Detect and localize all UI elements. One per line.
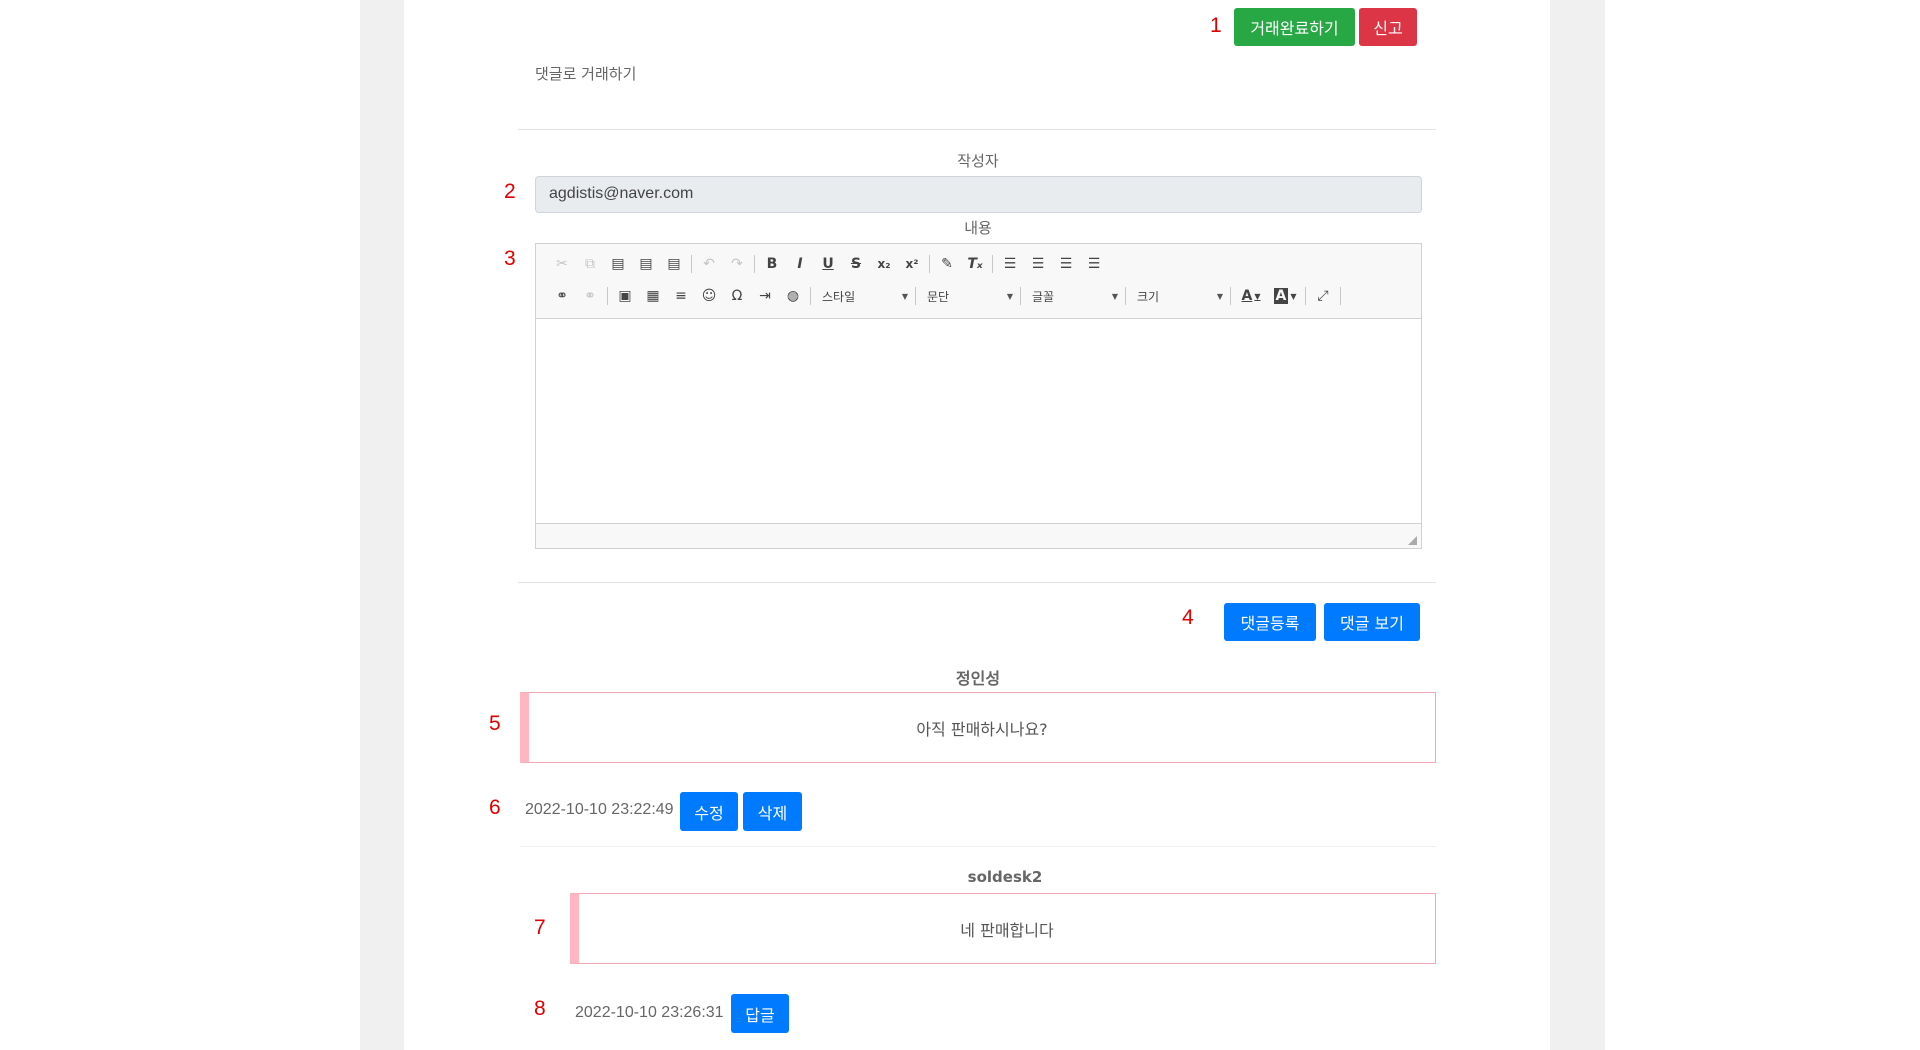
writer-label: 작성자 [957, 152, 999, 170]
link-icon[interactable]: ⚭ [548, 284, 576, 308]
chevron-down-icon: ▼ [1006, 291, 1013, 301]
comment-delete-button[interactable]: 삭제 [743, 792, 802, 831]
chevron-down-icon: ▼ [901, 291, 908, 301]
annotation-marker-2: 2 [504, 180, 516, 203]
align-justify-icon[interactable]: ☰ [1080, 252, 1108, 276]
toolbar-row-2: ⚭ ⚭ ▣ ▦ ≡ ☺ Ω ⇥ ◍ 스타일 ▼ 문단 ▼ 글꼴 ▼ 크기 ▼ A ▼ A ▼… [548, 284, 1344, 308]
toolbar-separator [810, 287, 811, 305]
reply-author: soldesk2 [967, 868, 1043, 886]
content-label: 내용 [964, 219, 992, 237]
font-dropdown-label: 글꼴 [1032, 289, 1055, 304]
comment-view-button[interactable]: 댓글 보기 [1324, 603, 1420, 641]
chevron-down-icon: ▼ [1216, 291, 1223, 301]
divider [518, 129, 1436, 130]
superscript-icon[interactable]: x² [898, 252, 926, 276]
bg-color-icon[interactable]: A ▼ [1268, 284, 1302, 308]
chevron-down-icon: ▼ [1111, 291, 1118, 301]
page-break-icon[interactable]: ⇥ [751, 284, 779, 308]
comment-author: 정인성 [955, 669, 1001, 688]
toolbar-separator [1305, 287, 1306, 305]
text-color-icon[interactable]: A ▼ [1234, 284, 1268, 308]
remove-format-icon[interactable]: Tₓ [961, 252, 989, 276]
annotation-marker-8: 8 [534, 997, 546, 1020]
toolbar-separator [691, 255, 692, 273]
toolbar-separator [1020, 287, 1021, 305]
style-dropdown-label: 스타일 [822, 289, 856, 304]
italic-icon[interactable]: I [786, 252, 814, 276]
text-color-glyph: A [1241, 288, 1253, 304]
comment-edit-button[interactable]: 수정 [680, 792, 738, 831]
align-left-icon[interactable]: ☰ [996, 252, 1024, 276]
undo-icon[interactable]: ↶ [695, 252, 723, 276]
font-dropdown[interactable]: 글꼴 ▼ [1024, 285, 1122, 307]
divider [518, 582, 1436, 583]
toolbar-separator [607, 287, 608, 305]
comment-timestamp: 2022-10-10 23:22:49 [525, 801, 674, 818]
chevron-down-icon: ▼ [1290, 291, 1297, 301]
image-icon[interactable]: ▣ [611, 284, 639, 308]
paste-icon[interactable]: ▤ [604, 252, 632, 276]
toolbar-row-1: ✂ ⧉ ▤ ▤ ▤ ↶ ↷ B I U S x₂ x² ✎ Tₓ ☰ ☰ ☰ ☰ [548, 252, 1108, 276]
editor-toolbar: ✂ ⧉ ▤ ▤ ▤ ↶ ↷ B I U S x₂ x² ✎ Tₓ ☰ ☰ ☰ ☰… [536, 244, 1421, 319]
comment-text: 아직 판매하시나요? [916, 719, 1048, 739]
right-gutter [1550, 0, 1605, 1050]
left-gutter [360, 0, 404, 1050]
bg-color-glyph: A [1273, 288, 1289, 304]
paragraph-dropdown[interactable]: 문단 ▼ [919, 285, 1017, 307]
toolbar-separator [1230, 287, 1231, 305]
reply-text: 네 판매합니다 [960, 920, 1054, 940]
reply-timestamp: 2022-10-10 23:26:31 [575, 1004, 724, 1021]
underline-icon[interactable]: U [814, 252, 842, 276]
table-icon[interactable]: ▦ [639, 284, 667, 308]
toolbar-separator [915, 287, 916, 305]
size-dropdown[interactable]: 크기 ▼ [1129, 285, 1227, 307]
comment-content-box: 아직 판매하시나요? [520, 692, 1436, 763]
toolbar-separator [992, 255, 993, 273]
annotation-marker-4: 4 [1182, 606, 1194, 629]
annotation-marker-7: 7 [534, 916, 546, 939]
cut-icon[interactable]: ✂ [548, 252, 576, 276]
maximize-icon[interactable]: ⤢ [1309, 284, 1337, 308]
paste-word-icon[interactable]: ▤ [660, 252, 688, 276]
unlink-icon[interactable]: ⚭ [576, 284, 604, 308]
editor-content-area[interactable] [536, 320, 1421, 523]
chevron-down-icon: ▼ [1254, 291, 1261, 301]
divider [520, 846, 1436, 847]
align-center-icon[interactable]: ☰ [1024, 252, 1052, 276]
editor-status-bar [536, 523, 1421, 548]
reply-button[interactable]: 답글 [731, 994, 789, 1033]
paste-text-icon[interactable]: ▤ [632, 252, 660, 276]
toolbar-separator [1340, 287, 1341, 305]
report-button[interactable]: 신고 [1359, 8, 1417, 46]
smiley-icon[interactable]: ☺ [695, 284, 723, 308]
special-char-icon[interactable]: Ω [723, 284, 751, 308]
size-dropdown-label: 크기 [1137, 289, 1160, 304]
annotation-marker-1: 1 [1210, 14, 1222, 37]
annotation-marker-5: 5 [489, 712, 501, 735]
iframe-icon[interactable]: ◍ [779, 284, 807, 308]
copy-icon[interactable]: ⧉ [576, 252, 604, 276]
reply-content-box: 네 판매합니다 [570, 893, 1436, 964]
resize-grip-icon[interactable] [1408, 536, 1417, 545]
redo-icon[interactable]: ↷ [723, 252, 751, 276]
bold-icon[interactable]: B [758, 252, 786, 276]
align-right-icon[interactable]: ☰ [1052, 252, 1080, 276]
paragraph-dropdown-label: 문단 [927, 289, 950, 304]
toolbar-separator [754, 255, 755, 273]
subscript-icon[interactable]: x₂ [870, 252, 898, 276]
section-subtitle: 댓글로 거래하기 [535, 65, 637, 83]
trade-complete-button[interactable]: 거래완료하기 [1234, 8, 1355, 46]
annotation-marker-6: 6 [489, 796, 501, 819]
rich-text-editor[interactable]: ✂ ⧉ ▤ ▤ ▤ ↶ ↷ B I U S x₂ x² ✎ Tₓ ☰ ☰ ☰ ☰… [535, 243, 1422, 549]
comment-submit-button[interactable]: 댓글등록 [1224, 603, 1316, 641]
copy-format-icon[interactable]: ✎ [933, 252, 961, 276]
annotation-marker-3: 3 [504, 247, 516, 270]
style-dropdown[interactable]: 스타일 ▼ [814, 285, 912, 307]
toolbar-separator [1125, 287, 1126, 305]
toolbar-separator [929, 255, 930, 273]
writer-field[interactable]: agdistis@naver.com [535, 176, 1422, 213]
strike-icon[interactable]: S [842, 252, 870, 276]
horizontal-rule-icon[interactable]: ≡ [667, 284, 695, 308]
